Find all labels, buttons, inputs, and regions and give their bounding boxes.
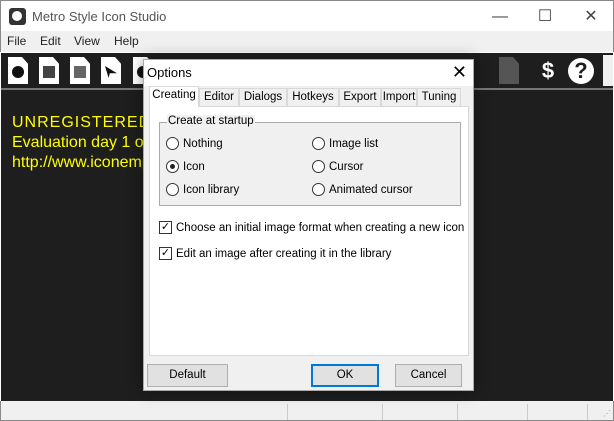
unregistered-text: UNREGISTERED <box>12 114 152 131</box>
minimize-button[interactable]: — <box>477 1 523 32</box>
new-icon-library-button[interactable] <box>70 57 90 84</box>
menu-bar: File Edit View Help <box>0 31 614 52</box>
status-bar: ⋰ <box>0 401 614 421</box>
website-link[interactable]: http://www.iconemp <box>12 154 151 172</box>
default-button[interactable]: Default <box>147 364 228 387</box>
radio-cursor[interactable]: Cursor <box>312 160 364 173</box>
resize-grip-icon[interactable]: ⋰ <box>603 409 611 418</box>
menu-file[interactable]: File <box>7 34 26 48</box>
maximize-button[interactable]: ☐ <box>522 1 568 32</box>
radio-nothing[interactable]: Nothing <box>166 137 223 150</box>
dialog-title-bar: Options ✕ <box>144 60 473 86</box>
dialog-title: Options <box>147 65 192 80</box>
tab-creating[interactable]: Creating <box>149 86 199 107</box>
radio-icon-library[interactable]: Icon library <box>166 183 239 196</box>
properties-button[interactable] <box>499 57 519 84</box>
cancel-button[interactable]: Cancel <box>395 364 462 387</box>
tab-tuning[interactable]: Tuning <box>417 88 461 106</box>
menu-edit[interactable]: Edit <box>40 34 61 48</box>
menu-view[interactable]: View <box>74 34 100 48</box>
help-button[interactable]: ? <box>568 58 594 84</box>
checkmark-icon: ✓ <box>159 221 172 234</box>
ok-button[interactable]: OK <box>311 364 379 387</box>
toolbar-edge <box>603 55 613 86</box>
radio-animated-cursor[interactable]: Animated cursor <box>312 183 413 196</box>
grid-icon <box>43 66 55 78</box>
gear-icon <box>12 66 24 78</box>
edit-after-create-checkbox[interactable]: ✓ Edit an image after creating it in the … <box>159 247 391 260</box>
group-label: Create at startup <box>167 115 255 127</box>
menu-help[interactable]: Help <box>114 34 139 48</box>
evaluation-text: Evaluation day 1 of <box>12 134 149 151</box>
new-cursor-button[interactable] <box>101 57 121 84</box>
choose-format-checkbox[interactable]: ✓ Choose an initial image format when cre… <box>159 221 464 234</box>
radio-icon[interactable]: Icon <box>166 160 205 173</box>
dialog-close-button[interactable]: ✕ <box>452 62 467 83</box>
tab-dialogs[interactable]: Dialogs <box>239 88 287 106</box>
create-at-startup-group: Create at startup Nothing Icon Icon libr… <box>159 115 461 206</box>
title-bar: Metro Style Icon Studio — ☐ ✕ <box>0 0 614 31</box>
new-image-list-button[interactable] <box>39 57 59 84</box>
app-icon <box>9 8 26 25</box>
creating-panel: Create at startup Nothing Icon Icon libr… <box>149 106 469 356</box>
tab-editor[interactable]: Editor <box>199 88 239 106</box>
buy-button[interactable]: $ <box>534 57 562 85</box>
window-title: Metro Style Icon Studio <box>32 9 167 24</box>
checkmark-icon: ✓ <box>159 247 172 260</box>
library-icon <box>74 66 86 78</box>
tab-export[interactable]: Export <box>339 88 381 106</box>
cursor-icon <box>105 66 117 78</box>
options-dialog: Options ✕ Creating Editor Dialogs Hotkey… <box>143 59 474 391</box>
new-icon-button[interactable] <box>8 57 28 84</box>
tab-hotkeys[interactable]: Hotkeys <box>287 88 339 106</box>
tab-import[interactable]: Import <box>381 88 417 106</box>
close-button[interactable]: ✕ <box>568 1 614 32</box>
radio-image-list[interactable]: Image list <box>312 137 378 150</box>
